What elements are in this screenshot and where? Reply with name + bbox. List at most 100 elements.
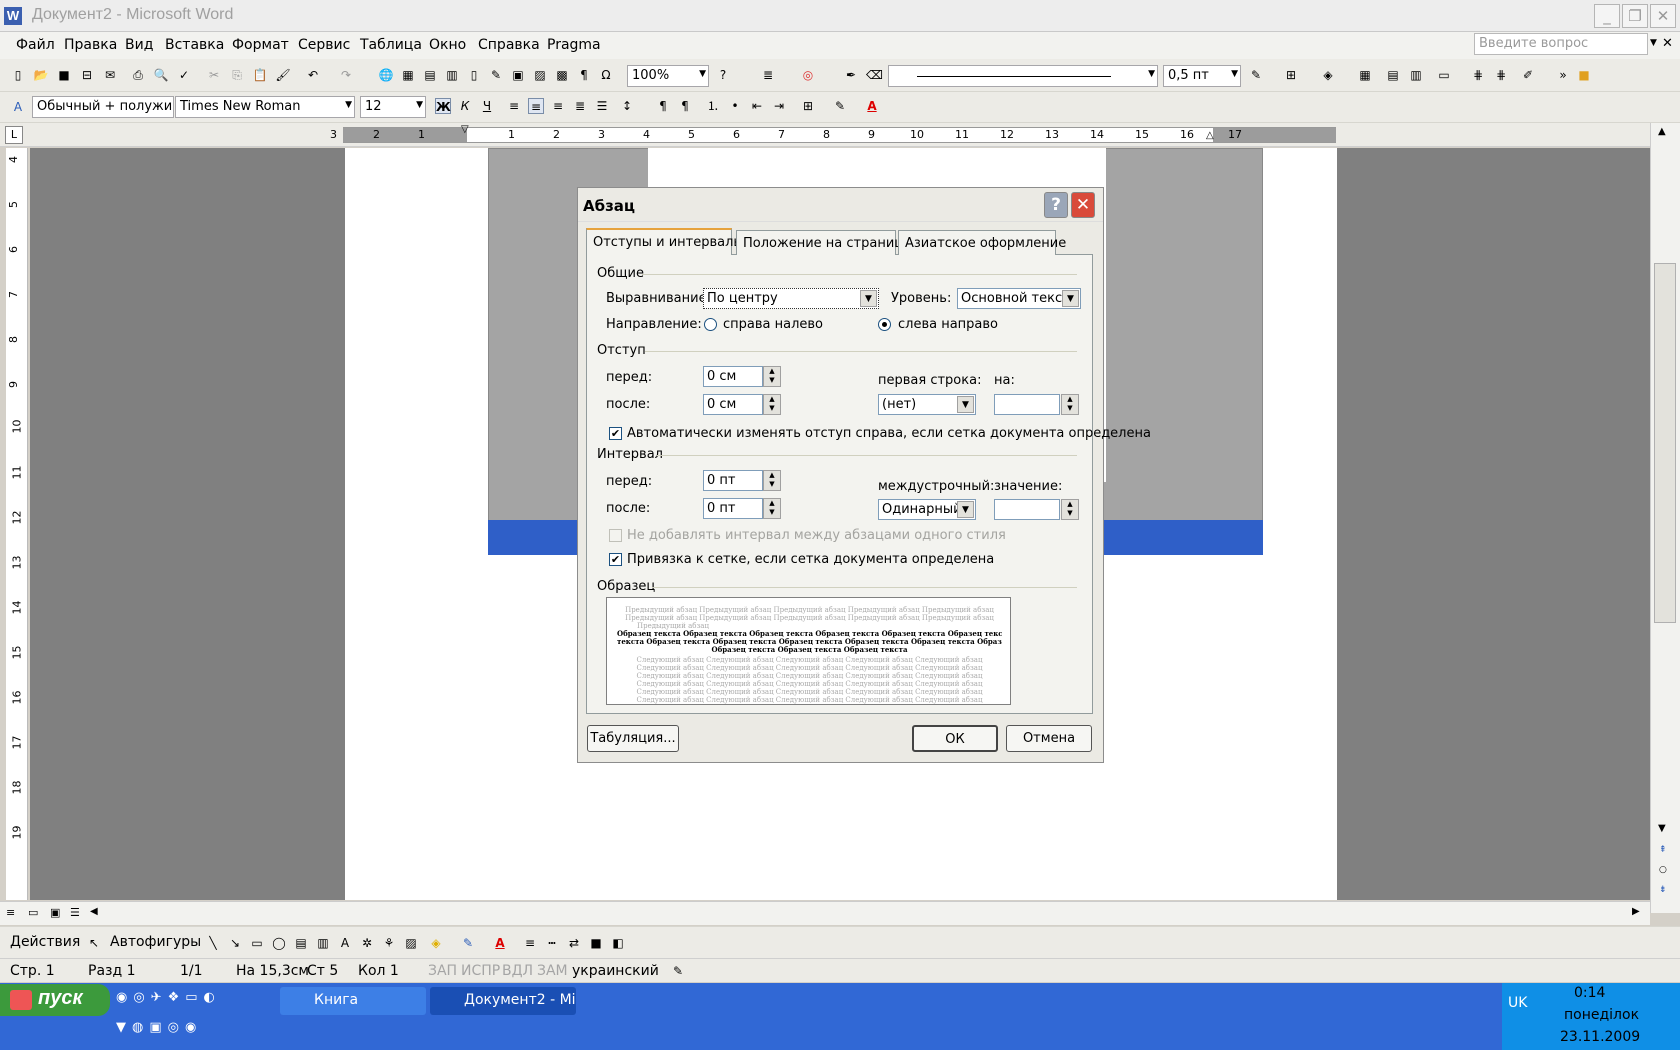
scroll-left-icon[interactable]: ◀ [90,906,98,917]
menu-edit[interactable]: Правка [64,37,117,53]
merge-cells-icon[interactable]: ▤ [1385,67,1401,83]
font-color-icon[interactable]: A [492,935,508,951]
ok-button[interactable]: ОК [912,725,998,752]
line-spacing-icon[interactable]: ↕ [619,98,635,114]
picture-icon[interactable]: ▨ [532,67,548,83]
increase-indent-icon[interactable]: ⇥ [771,98,787,114]
border-color-icon[interactable]: ✎ [1248,67,1264,83]
next-page-icon[interactable]: ⇟ [1659,885,1667,895]
alignment-select[interactable]: По центру ▼ [703,288,879,309]
spacing-value-input[interactable] [994,499,1060,520]
menu-view[interactable]: Вид [125,37,153,53]
3d-icon[interactable]: ◧ [610,935,626,951]
insert-picture-icon[interactable]: ▨ [403,935,419,951]
insert-table-icon[interactable]: ▤ [422,67,438,83]
previous-page-icon[interactable]: ⇞ [1659,845,1667,855]
line-style-icon[interactable]: ≡ [522,935,538,951]
outline-view-icon[interactable]: ☰ [70,906,80,919]
distribute-rows-icon[interactable]: ⋕ [1470,67,1486,83]
menu-format[interactable]: Формат [232,37,289,53]
ltr-icon[interactable]: ¶ [655,98,671,114]
vertical-scrollbar[interactable]: ▲ ▼ ⇞ ○ ⇟ [1650,123,1680,913]
menu-insert[interactable]: Вставка [165,37,224,53]
menu-table[interactable]: Таблица [360,37,422,53]
style-combo[interactable]: Обычный + полужи [32,96,174,118]
spelling-status-icon[interactable]: ✎ [670,963,686,979]
indent-after-spinner[interactable]: ▲ ▼ [763,394,781,415]
wordart-icon[interactable]: A [337,935,353,951]
text-box-icon[interactable]: ▤ [293,935,309,951]
indent-by-spinner[interactable]: ▲ ▼ [1061,394,1079,415]
toolbar-options-icon[interactable]: » [1555,67,1571,83]
research-icon[interactable]: ◎ [800,67,816,83]
line-weight-combo[interactable]: 0,5 пт ▼ [1163,65,1241,87]
first-line-indent-marker[interactable]: ▽ [461,124,469,135]
restore-button[interactable]: ❐ [1622,4,1648,28]
right-indent-marker[interactable]: △ [1206,130,1214,141]
close-button[interactable]: ✕ [1650,4,1676,28]
tabs-button[interactable]: Табуляция... [587,725,679,752]
quick-launch-row-2[interactable]: ▼◍▣◎◉ [116,1020,256,1040]
chart-icon[interactable]: ▩ [554,67,570,83]
line-style-combo[interactable]: ▼ [888,65,1158,87]
email-icon[interactable]: ✉ [102,67,118,83]
bold-button[interactable]: Ж [435,98,451,114]
numbering-icon[interactable]: ⒈ [705,98,721,114]
diagram-icon[interactable]: ✲ [359,935,375,951]
close-doc-icon[interactable]: ✕ [1662,36,1673,51]
dialog-close-button[interactable]: ✕ [1071,192,1095,218]
cut-icon[interactable]: ✂ [206,67,222,83]
clock-time[interactable]: 0:14 [1574,985,1605,1001]
fill-color-icon[interactable]: ◈ [428,935,444,951]
language-indicator[interactable]: UK [1508,995,1527,1011]
menu-window[interactable]: Окно [429,37,466,53]
arrow-style-icon[interactable]: ⇄ [566,935,582,951]
spelling-icon[interactable]: ✓ [176,67,192,83]
eraser-icon[interactable]: ⌫ [866,67,883,83]
oval-icon[interactable]: ◯ [271,935,287,951]
web-view-icon[interactable]: ▭ [28,906,38,919]
level-select[interactable]: Основной текст ▼ [957,288,1081,309]
cancel-button[interactable]: Отмена [1006,725,1092,752]
highlight-icon[interactable]: ✎ [832,98,848,114]
read-icon[interactable]: ≣ [760,67,776,83]
align-right-icon[interactable]: ≡ [550,98,566,114]
undo-icon[interactable]: ↶ [305,67,321,83]
tab-indents-spacing[interactable]: Отступы и интервалы [586,228,744,255]
arrow-icon[interactable]: ↘ [227,935,243,951]
rtl-label[interactable]: справа налево [723,317,823,332]
shadow-icon[interactable]: ■ [588,935,604,951]
horizontal-scrollbar[interactable]: ≡ ▭ ▣ ☰ ◀ ▶ [0,901,1650,925]
indent-after-input[interactable]: 0 см [703,394,763,415]
drawing-icon[interactable]: ✎ [488,67,504,83]
menu-help[interactable]: Справка [478,37,540,53]
ask-question-input[interactable]: Введите вопрос [1474,33,1648,55]
scroll-right-icon[interactable]: ▶ [1632,906,1640,917]
rectangle-icon[interactable]: ▭ [249,935,265,951]
ltr-label[interactable]: слева направо [898,317,998,332]
autoformat-icon[interactable]: ✐ [1520,67,1536,83]
open-icon[interactable]: 📂 [33,67,49,83]
redo-icon[interactable]: ↷ [338,67,354,83]
auto-indent-checkbox[interactable]: ✔ [609,427,622,440]
insert-excel-icon[interactable]: ▥ [444,67,460,83]
line-color-icon[interactable]: ✎ [460,935,476,951]
spacing-after-input[interactable]: 0 пт [703,498,763,519]
snap-grid-label[interactable]: Привязка к сетке, если сетка документа о… [627,552,994,567]
align-left-icon[interactable]: ≡ [506,98,522,114]
clipart-icon[interactable]: ⚘ [381,935,397,951]
minimize-button[interactable]: _ [1594,4,1620,28]
save-icon[interactable]: ■ [56,67,72,83]
columns-icon[interactable]: ▯ [466,67,482,83]
line-spacing-select[interactable]: Одинарный ▼ [878,499,976,520]
help-icon[interactable]: ? [715,67,731,83]
align-center-icon[interactable]: ≡ [528,98,544,114]
spacing-value-spinner[interactable]: ▲ ▼ [1061,499,1079,520]
split-cells-icon[interactable]: ▥ [1408,67,1424,83]
spacing-after-spinner[interactable]: ▲ ▼ [763,498,781,519]
scroll-thumb[interactable] [1654,263,1676,623]
permission-icon[interactable]: ⊟ [79,67,95,83]
distributed-icon[interactable]: ☰ [594,98,610,114]
tables-borders-icon[interactable]: ▦ [400,67,416,83]
taskbar-button-word[interactable]: Документ2 - Mi... [430,987,576,1015]
